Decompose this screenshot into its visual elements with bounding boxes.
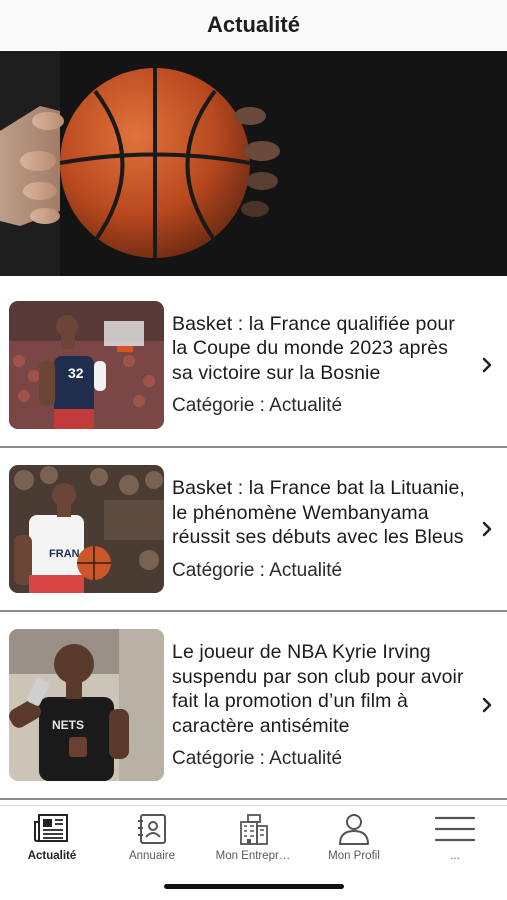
svg-text:FRAN: FRAN bbox=[49, 548, 80, 560]
tab-label: ... bbox=[450, 850, 460, 862]
home-indicator[interactable] bbox=[164, 884, 344, 889]
article-title: Le joueur de NBA Kyrie Irving suspendu p… bbox=[172, 641, 464, 737]
svg-text:32: 32 bbox=[68, 365, 84, 381]
article-title: Basket : la France bat la Lituanie, le p… bbox=[172, 477, 465, 549]
basketball-hero-illustration bbox=[0, 51, 507, 276]
contacts-book-icon bbox=[138, 814, 166, 844]
article-item[interactable]: 32 Basket : la France qualifiée pour la … bbox=[0, 283, 507, 448]
article-category: Catégorie : Actualité bbox=[172, 748, 343, 769]
newspaper-icon bbox=[34, 814, 68, 842]
tab-mon-entreprise[interactable]: Mon Entrepr… bbox=[203, 812, 303, 862]
user-icon bbox=[339, 814, 369, 845]
tab-label: Mon Entrepr… bbox=[215, 850, 291, 862]
article-thumbnail: NETS bbox=[9, 629, 164, 781]
hero-image bbox=[0, 51, 507, 276]
article-thumbnail: FRAN bbox=[9, 465, 164, 593]
tab-label: Actualité bbox=[27, 850, 77, 862]
menu-icon bbox=[434, 816, 476, 842]
tab-more[interactable]: ... bbox=[405, 812, 505, 862]
svg-text:NETS: NETS bbox=[52, 718, 84, 732]
article-category: Catégorie : Actualité bbox=[172, 395, 343, 417]
article-list: 32 Basket : la France qualifiée pour la … bbox=[0, 283, 507, 800]
app-header: Actualité bbox=[0, 0, 507, 50]
chevron-right-icon bbox=[482, 521, 492, 537]
tab-annuaire[interactable]: Annuaire bbox=[102, 812, 202, 862]
article-title: Basket : la France qualifiée pour la Cou… bbox=[172, 312, 455, 384]
page-title: Actualité bbox=[207, 12, 300, 37]
article-thumbnail: 32 bbox=[9, 300, 164, 429]
article-item[interactable]: FRAN Basket : la France bat la Lituanie,… bbox=[0, 448, 507, 612]
tab-label: Annuaire bbox=[128, 850, 176, 862]
tab-actualite[interactable]: Actualité bbox=[2, 812, 102, 862]
building-icon bbox=[240, 814, 268, 845]
article-category: Catégorie : Actualité bbox=[172, 559, 343, 581]
chevron-right-icon bbox=[482, 697, 492, 713]
article-item[interactable]: NETS Le joueur de NBA Kyrie Irving suspe… bbox=[0, 612, 507, 800]
tab-label: Mon Profil bbox=[328, 850, 380, 862]
chevron-right-icon bbox=[482, 357, 492, 372]
tab-mon-profil[interactable]: Mon Profil bbox=[304, 812, 404, 862]
